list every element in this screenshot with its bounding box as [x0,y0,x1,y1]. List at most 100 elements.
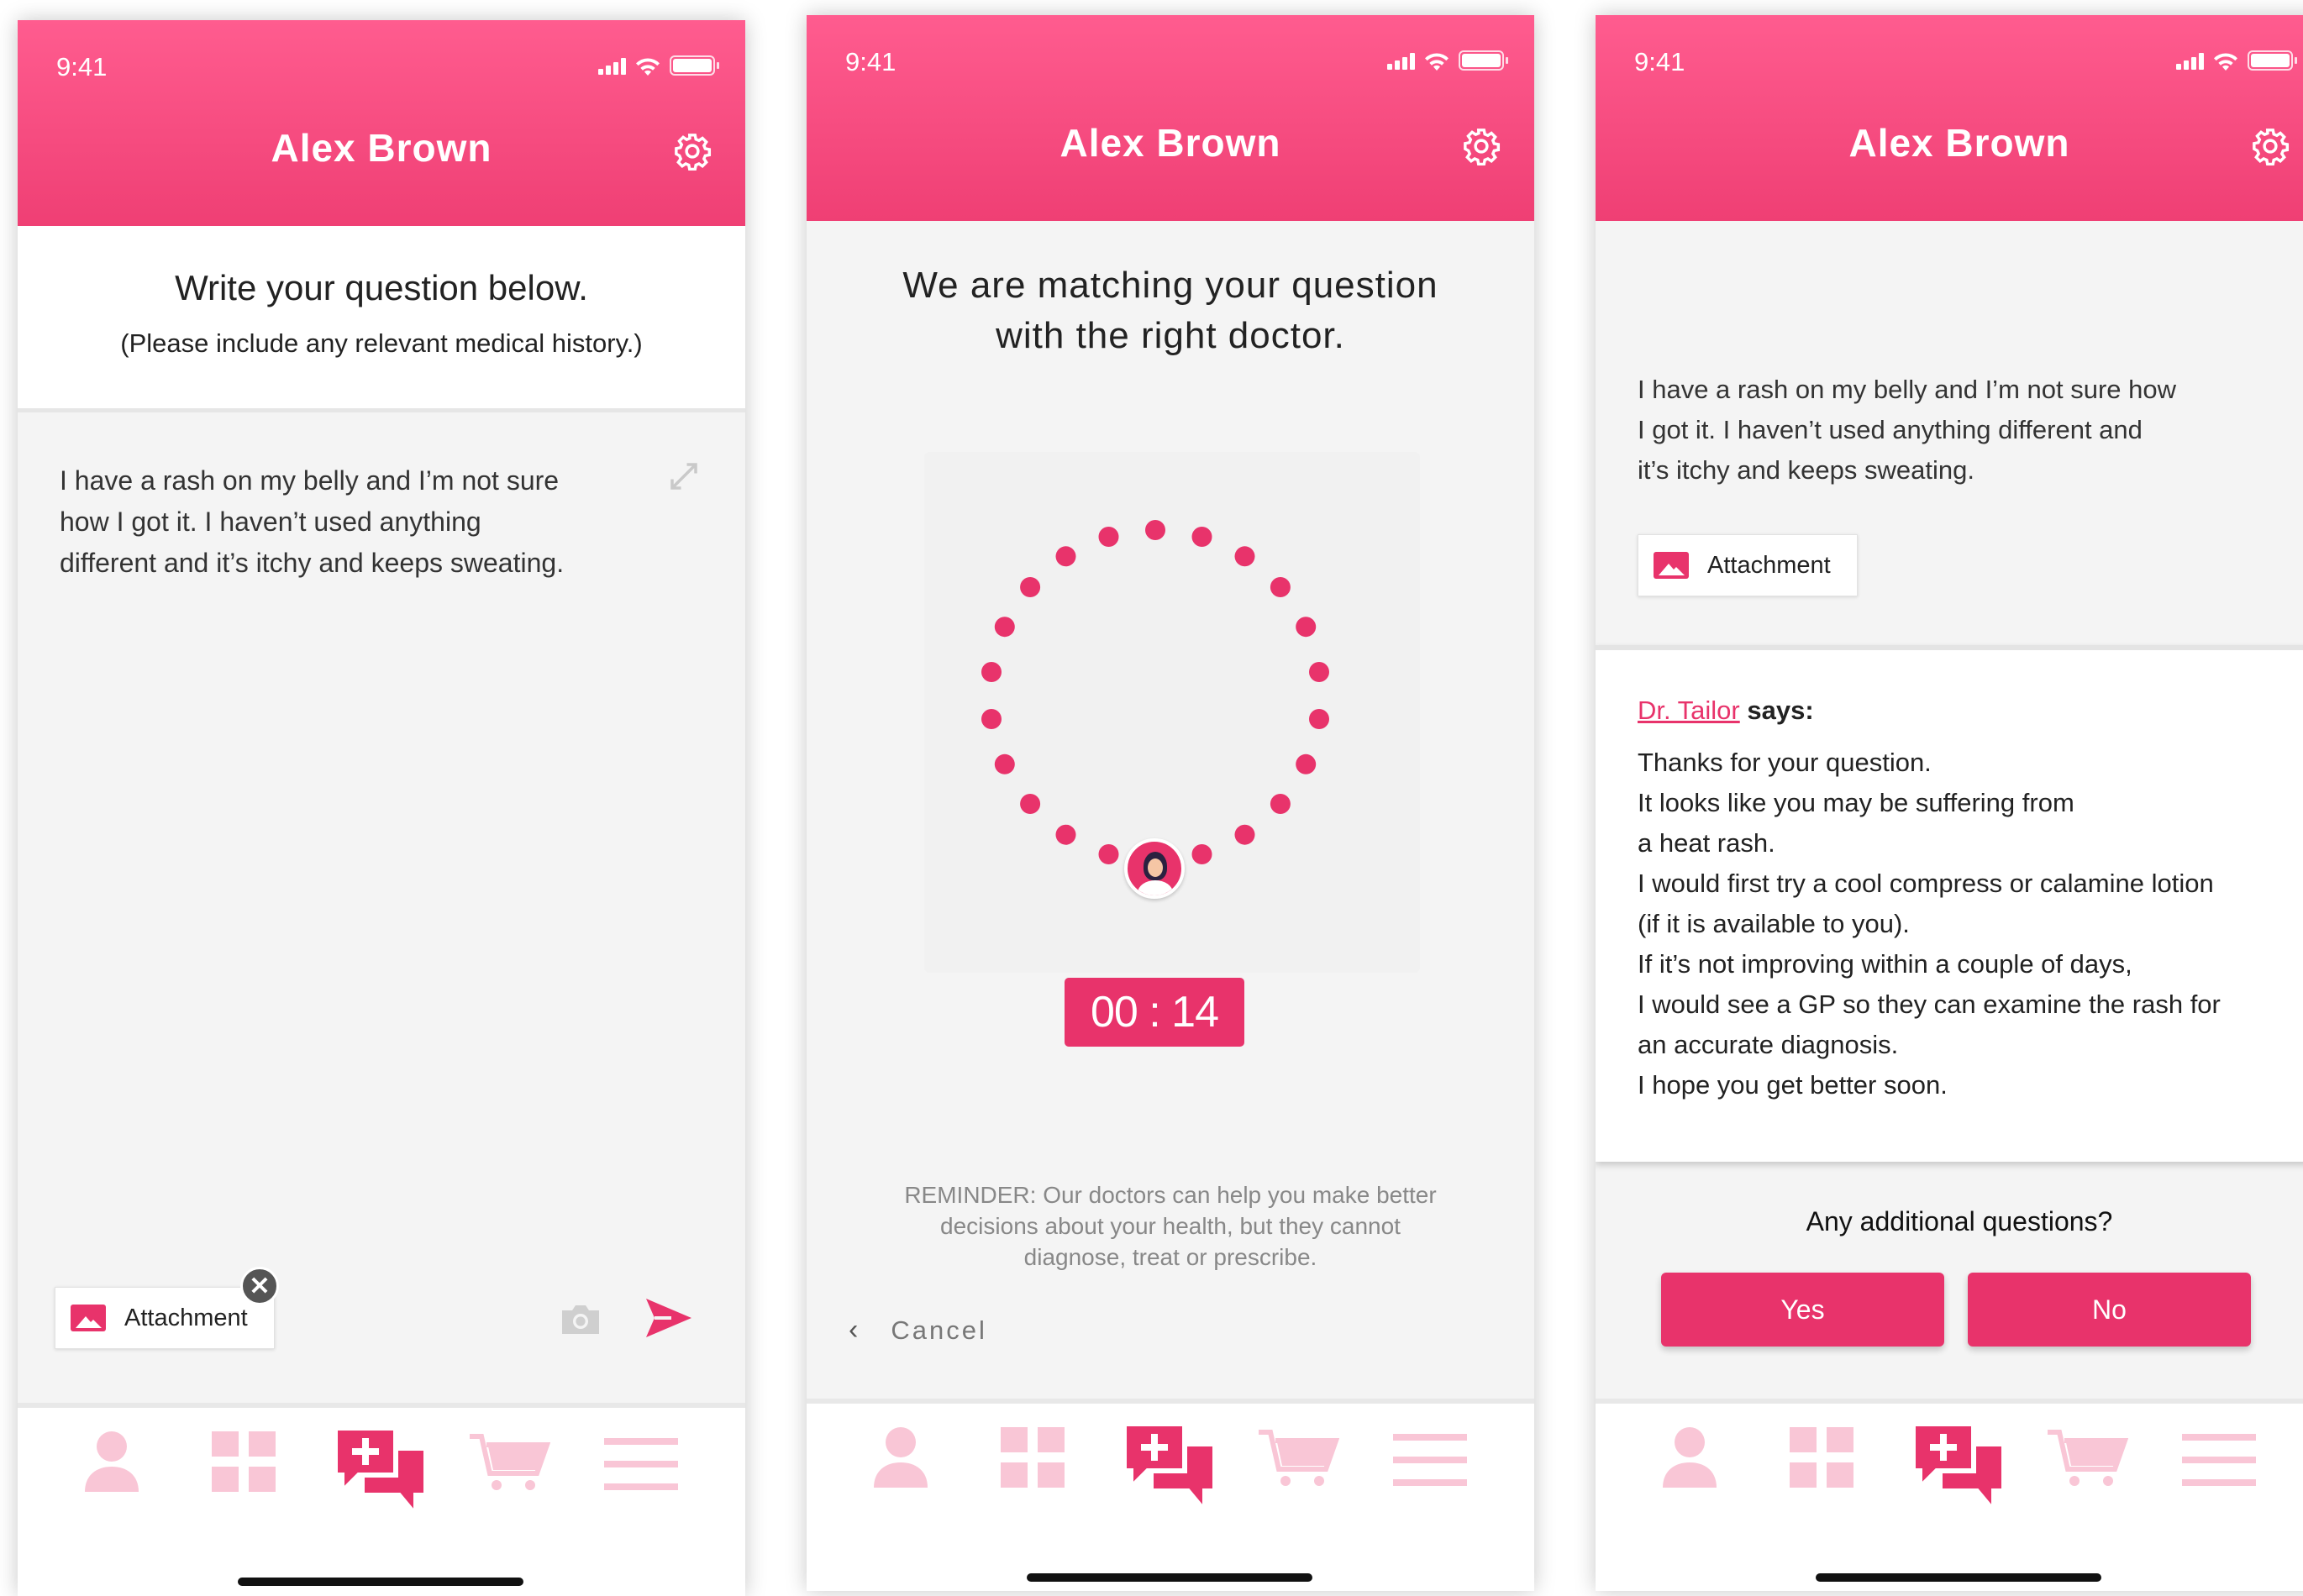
doctor-avatar [1124,838,1185,899]
home-indicator [1027,1573,1312,1582]
grid-icon[interactable] [1001,1427,1065,1488]
question-text[interactable]: I have a rash on my belly and I’m not su… [60,460,564,584]
app-header: 9:41 Alex Brown [18,20,745,226]
question-line: how I got it. I haven’t used anything [60,507,481,537]
cancel-label: Cancel [891,1315,987,1345]
no-button[interactable]: No [1968,1273,2251,1347]
reply-text: Thanks for your question. It looks like … [1638,743,2221,1105]
ask-doctor-icon[interactable] [1121,1420,1220,1516]
doctor-reply-card: Dr. Tailor says: Thanks for your questio… [1596,645,2303,1162]
instruction-subheading: (Please include any relevant medical his… [120,328,643,358]
signal-icon [598,56,626,75]
grid-icon[interactable] [1790,1427,1853,1488]
loading-dot [1234,546,1255,567]
additional-questions-prompt: Any additional questions? [1806,1206,2113,1236]
loading-dot [1191,844,1212,864]
question-line: I got it. I haven’t used anything differ… [1638,415,2143,444]
cart-icon[interactable] [1259,1429,1339,1488]
loading-dot [1055,824,1076,845]
status-icons [2176,50,2297,71]
page-title: Alex Brown [1848,121,2070,165]
home-indicator [238,1578,523,1586]
attachment-chip[interactable]: Attachment [55,1287,275,1349]
reminder-line: REMINDER: Our doctors can help you make … [904,1182,1437,1208]
attachment-label: Attachment [124,1304,248,1331]
question-line: it’s itchy and keeps sweating. [1638,455,1974,485]
question-line: I have a rash on my belly and I’m not su… [1638,375,2176,404]
loading-dot [1309,709,1329,729]
gear-icon[interactable] [673,132,712,171]
question-line: different and it’s itchy and keeps sweat… [60,548,565,578]
loading-dot [981,709,1002,729]
battery-icon [670,55,719,76]
loading-dot [1098,844,1119,864]
send-icon[interactable] [644,1297,693,1339]
reply-line: I hope you get better soon. [1638,1070,1948,1100]
person-icon[interactable] [1661,1425,1718,1488]
status-time: 9:41 [56,52,108,81]
cancel-button[interactable]: ‹ Cancel [849,1314,987,1347]
question-textarea[interactable]: I have a rash on my belly and I’m not su… [18,417,745,1403]
home-indicator [1816,1573,2101,1582]
person-icon[interactable] [872,1425,929,1488]
reply-line: It looks like you may be suffering from [1638,788,2074,817]
status-time: 9:41 [1634,47,1685,76]
loading-dot [1020,794,1041,814]
reminder-line: diagnose, treat or prescribe. [1023,1244,1317,1270]
reply-line: Thanks for your question. [1638,748,1932,777]
loading-dot [1098,527,1119,547]
reply-line: I would see a GP so they can examine the… [1638,990,2221,1019]
chevron-left-icon: ‹ [849,1314,861,1346]
cart-icon[interactable] [2048,1429,2128,1488]
loading-dot [1020,577,1041,597]
reply-line: a heat rash. [1638,828,1775,858]
attachment-label: Attachment [1707,551,1831,579]
wifi-icon [634,55,662,76]
page-title: Alex Brown [271,126,492,170]
wifi-icon [2211,50,2240,71]
menu-icon[interactable] [604,1438,678,1490]
reply-line: I would first try a cool compress or cal… [1638,869,2214,898]
cart-icon[interactable] [470,1433,550,1492]
signal-icon [2176,51,2204,70]
ask-doctor-icon[interactable] [332,1425,431,1520]
wait-timer: 00 : 14 [1065,978,1244,1047]
loading-dots-ring [981,520,1329,864]
reply-line: an accurate diagnosis. [1638,1030,1899,1059]
bottom-nav [807,1399,1534,1591]
camera-icon[interactable] [559,1300,602,1337]
loading-dot [1055,546,1076,567]
bottom-nav [1596,1399,2303,1591]
doctor-name-link[interactable]: Dr. Tailor [1638,696,1740,725]
person-icon[interactable] [83,1430,140,1492]
loading-dot [994,753,1015,774]
reply-author: Dr. Tailor says: [1638,696,1814,726]
gear-icon[interactable] [2251,127,2290,165]
remove-attachment-icon[interactable]: ✕ [240,1267,279,1305]
screen-doctor-answer: 9:41 Alex Brown I have a rash on my bell… [1596,15,2303,1591]
loading-dot [981,662,1002,682]
attachment-chip[interactable]: Attachment [1638,534,1858,596]
expand-icon[interactable] [666,459,702,494]
image-icon [1654,552,1689,579]
bottom-nav [18,1403,745,1596]
image-icon [71,1305,106,1331]
loading-dot [1296,753,1317,774]
says-label: says: [1747,696,1814,725]
grid-icon[interactable] [212,1431,276,1492]
loading-dot [1270,577,1291,597]
reply-line: If it’s not improving within a couple of… [1638,949,2132,979]
screen-matching-doctor: 9:41 Alex Brown We are matching your que… [807,15,1534,1591]
app-header: 9:41 Alex Brown [1596,15,2303,221]
loading-dot [994,617,1015,638]
loading-dot [1296,617,1317,638]
yes-button[interactable]: Yes [1661,1273,1944,1347]
menu-icon[interactable] [1393,1434,1467,1486]
ask-doctor-icon[interactable] [1910,1420,2009,1516]
submitted-question: I have a rash on my belly and I’m not su… [1638,370,2176,491]
instruction-heading: Write your question below. [175,268,588,307]
loading-dot [1309,662,1329,682]
screen-write-question: 9:41 Alex Brown Write your question belo… [18,20,745,1596]
menu-icon[interactable] [2182,1434,2256,1486]
instruction-panel: Write your question below. (Please inclu… [18,226,745,412]
